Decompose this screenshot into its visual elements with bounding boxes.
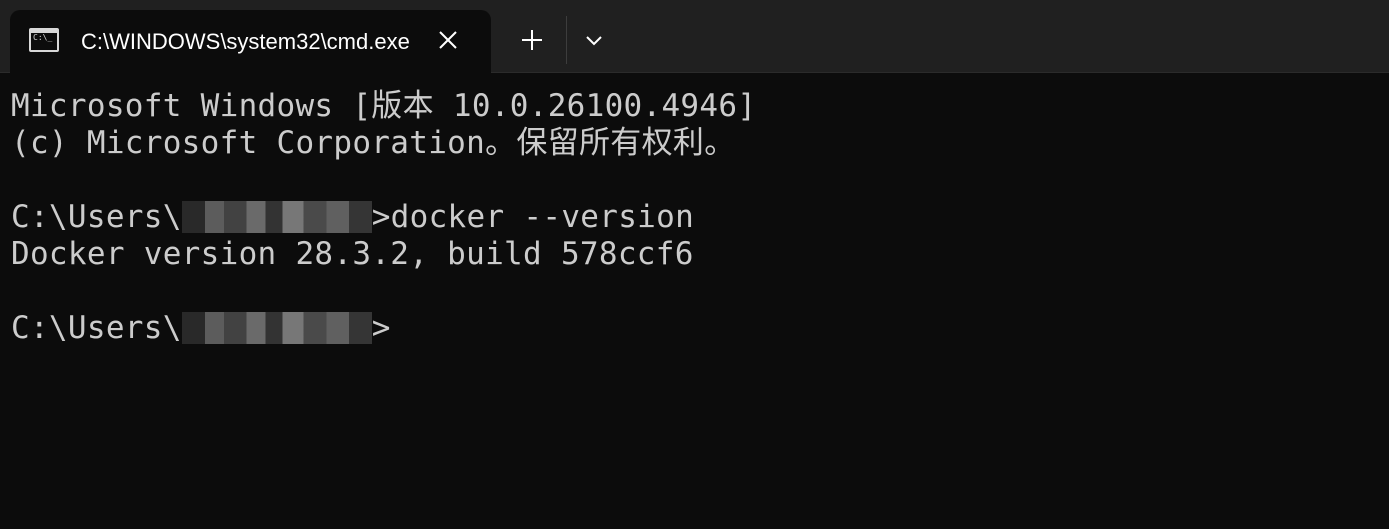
- redacted-username: [181, 201, 372, 233]
- close-icon: [439, 31, 457, 49]
- command-prompt-icon-glyph: C:\_: [33, 33, 53, 42]
- tab-title: C:\WINDOWS\system32\cmd.exe: [81, 29, 410, 54]
- prompt-symbol: >: [371, 310, 391, 346]
- redacted-username: [181, 312, 372, 344]
- toolbar-divider: [566, 16, 567, 64]
- banner-line: Microsoft Windows [版本 10.0.26100.4946]: [11, 88, 757, 124]
- terminal-window: C:\_ C:\WINDOWS\system32\cmd.exe Microso…: [0, 0, 1389, 529]
- close-tab-button[interactable]: [431, 23, 465, 57]
- chevron-down-icon: [586, 36, 602, 46]
- terminal-output[interactable]: Microsoft Windows [版本 10.0.26100.4946] (…: [11, 88, 1371, 518]
- profiles-dropdown-button[interactable]: [574, 20, 614, 60]
- prompt-line: C:\Users\ >: [11, 310, 1371, 347]
- prompt-path: C:\Users\: [11, 310, 182, 346]
- command-output-line: Docker version 28.3.2, build 578ccf6: [11, 236, 694, 272]
- prompt-line: C:\Users\ >docker --version: [11, 199, 1371, 236]
- command-text: >docker --version: [371, 199, 695, 235]
- copyright-line: (c) Microsoft Corporation。保留所有权利。: [11, 125, 736, 161]
- plus-icon: [522, 30, 542, 50]
- tab-cmd[interactable]: C:\_ C:\WINDOWS\system32\cmd.exe: [10, 10, 491, 73]
- prompt-path: C:\Users\: [11, 199, 182, 235]
- command-prompt-icon: C:\_: [29, 28, 59, 52]
- new-tab-button[interactable]: [510, 20, 554, 60]
- title-bar: C:\_ C:\WINDOWS\system32\cmd.exe: [0, 0, 1389, 73]
